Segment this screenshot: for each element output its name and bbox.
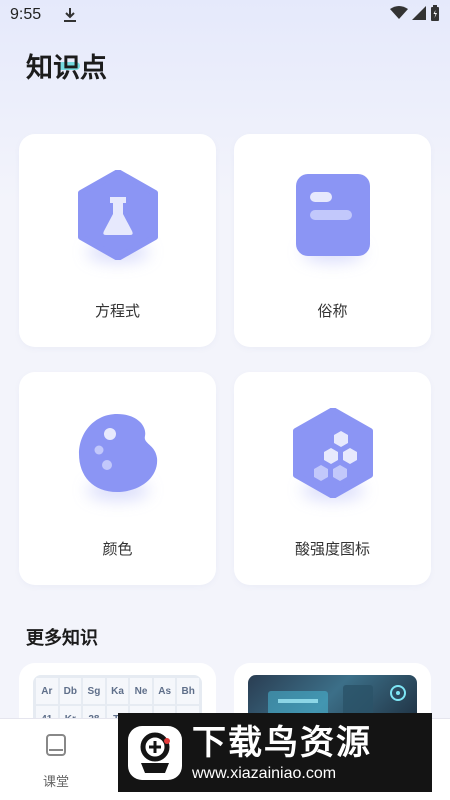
wifi-icon — [390, 6, 408, 24]
flask-icon — [77, 169, 159, 261]
document-icon — [292, 170, 374, 260]
nav-label: 课堂 — [42, 775, 69, 790]
table-cell: Sg — [83, 678, 105, 704]
hexagon-cluster-icon — [292, 407, 374, 499]
palette-icon — [77, 408, 159, 498]
bird-logo-icon — [128, 725, 182, 780]
table-cell: Bh — [177, 678, 199, 704]
more-knowledge-title: 更多知识 — [26, 628, 98, 649]
card-label: 颜色 — [102, 540, 133, 558]
table-cell: As — [153, 678, 176, 704]
card-label: 酸强度图标 — [294, 540, 370, 558]
card-label: 方程式 — [94, 302, 140, 320]
status-bar: 9:55 — [0, 0, 450, 30]
battery-icon — [430, 5, 440, 25]
nav-item-classroom[interactable]: 课堂 — [20, 733, 92, 790]
knowledge-card-equations[interactable]: 方程式 — [19, 134, 216, 347]
table-cell: Ne — [130, 678, 152, 704]
watermark-banner: 下载鸟资源 www.xiazainiao.com — [118, 713, 432, 792]
table-cell: Ka — [106, 678, 129, 704]
card-label: 俗称 — [317, 302, 348, 320]
knowledge-card-colors[interactable]: 颜色 — [19, 372, 216, 585]
watermark-url: www.xiazainiao.com — [192, 764, 337, 782]
cellular-signal-icon — [412, 6, 426, 24]
download-icon — [63, 7, 77, 23]
table-cell: Ar — [36, 678, 58, 704]
knowledge-card-common-names[interactable]: 俗称 — [234, 134, 431, 347]
watermark-title: 下载鸟资源 — [192, 722, 372, 763]
table-cell: Db — [59, 678, 82, 704]
book-icon — [45, 733, 67, 761]
knowledge-card-acid-strength[interactable]: 酸强度图标 — [234, 372, 431, 585]
status-time: 9:55 — [10, 6, 42, 23]
page-title: 知识点 — [26, 53, 107, 84]
